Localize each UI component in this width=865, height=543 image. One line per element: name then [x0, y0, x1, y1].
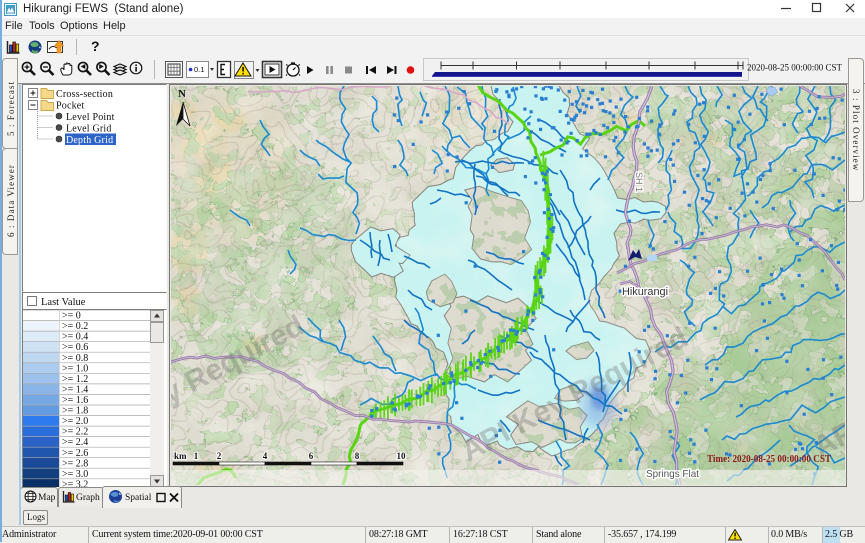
svg-text:Time: 2020-08-25 00:00:00 CST: Time: 2020-08-25 00:00:00 CST: [707, 454, 831, 465]
svg-text:Cross-section: Cross-section: [56, 89, 113, 100]
svg-text:Last Value: Last Value: [41, 297, 86, 307]
svg-text:>= 1.2: >= 1.2: [62, 374, 88, 385]
svg-text:0.1: 0.1: [194, 65, 204, 74]
svg-text:6: 6: [309, 451, 314, 461]
svg-text:>= 1.6: >= 1.6: [62, 395, 88, 406]
svg-text:4: 4: [263, 451, 268, 461]
svg-text:km: km: [174, 451, 187, 461]
svg-text:>= 0: >= 0: [62, 311, 81, 322]
svg-text:SH 1: SH 1: [634, 172, 644, 192]
svg-text:>= 2.6: >= 2.6: [62, 448, 88, 459]
svg-text:8: 8: [355, 451, 360, 461]
svg-text:>= 3.0: >= 3.0: [62, 469, 88, 480]
svg-text:Hikurangi: Hikurangi: [622, 286, 668, 298]
svg-text:2: 2: [217, 451, 222, 461]
svg-text:>= 0.6: >= 0.6: [62, 342, 88, 353]
svg-text:N: N: [178, 88, 186, 100]
svg-text:Pocket: Pocket: [56, 101, 84, 112]
svg-text:Level Grid: Level Grid: [66, 124, 112, 135]
svg-text:>= 1.4: >= 1.4: [62, 385, 88, 396]
svg-text:>= 2.2: >= 2.2: [62, 427, 88, 438]
svg-text:Level Point: Level Point: [66, 112, 115, 123]
svg-text:1: 1: [194, 451, 199, 461]
svg-text:>= 0.2: >= 0.2: [62, 321, 88, 332]
svg-text:Depth Grid: Depth Grid: [66, 135, 113, 146]
svg-text:>= 2.8: >= 2.8: [62, 458, 88, 469]
svg-text:>= 2.4: >= 2.4: [62, 437, 88, 448]
svg-text:>= 2.0: >= 2.0: [62, 416, 88, 427]
svg-text:>= 0.8: >= 0.8: [62, 353, 88, 364]
svg-text:2020-08-25 00:00:00 CST: 2020-08-25 00:00:00 CST: [747, 63, 843, 73]
svg-text:>= 0.4: >= 0.4: [62, 332, 88, 343]
svg-text:10: 10: [397, 451, 407, 461]
svg-text:>= 1.8: >= 1.8: [62, 406, 88, 417]
svg-text:Springs Flat: Springs Flat: [646, 468, 699, 480]
svg-text:>= 1.0: >= 1.0: [62, 363, 88, 374]
